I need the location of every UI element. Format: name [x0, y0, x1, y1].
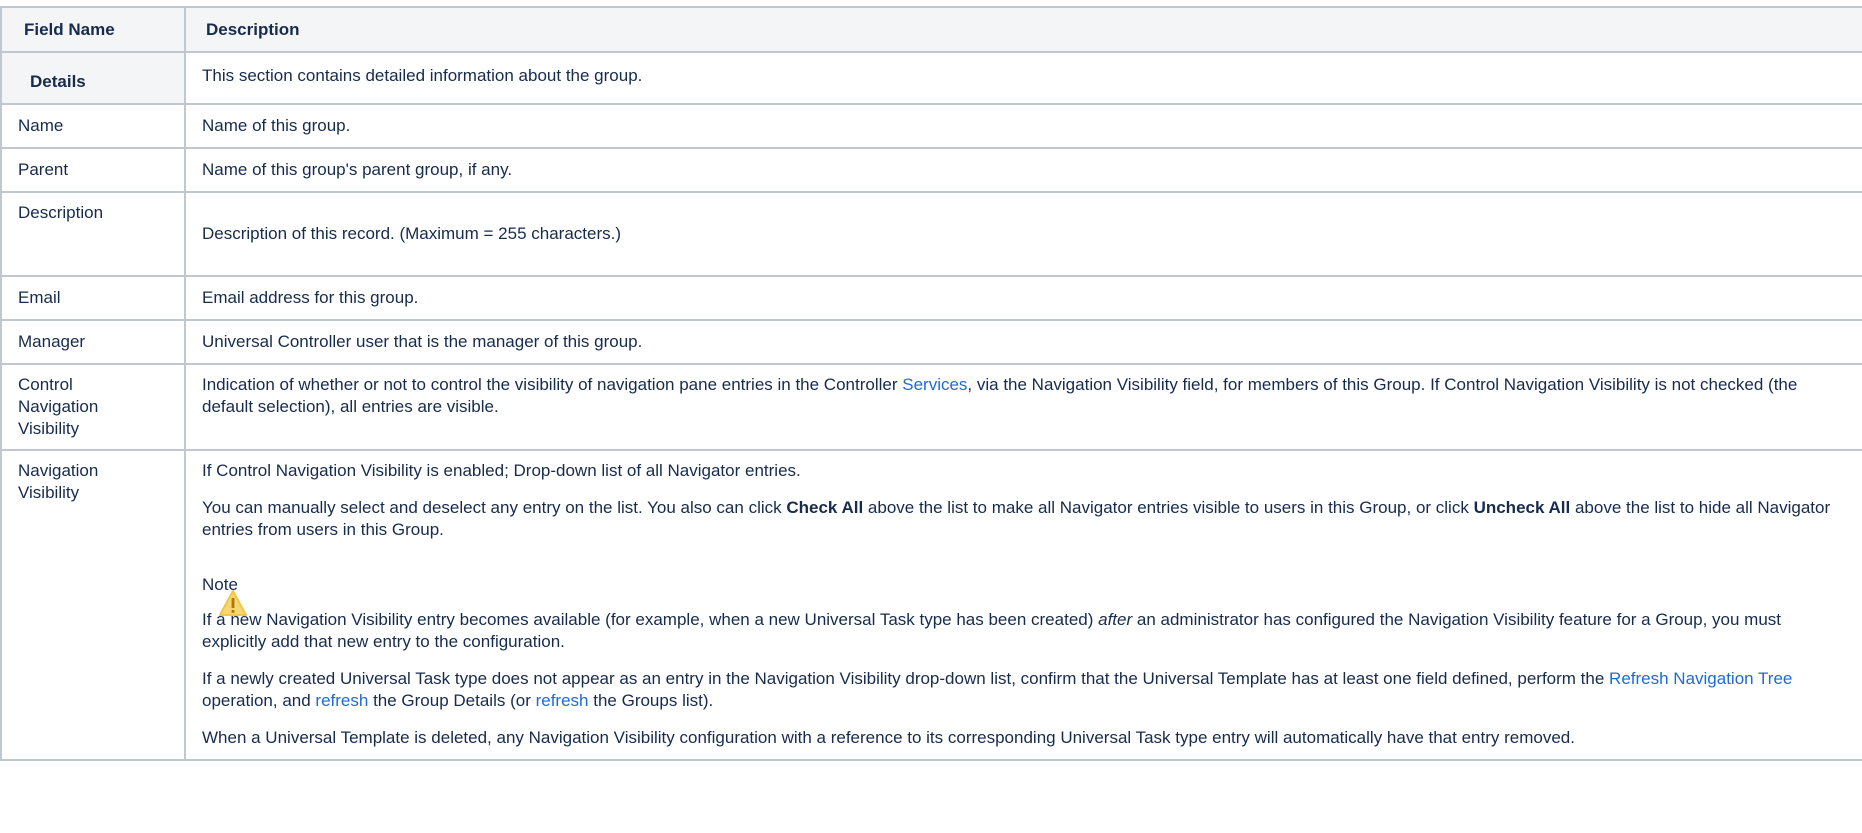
field-description-cell: Universal Controller user that is the ma… — [184, 319, 1862, 365]
table-row: Parent Name of this group's parent group… — [0, 147, 1862, 193]
description-paragraph: If a newly created Universal Task type d… — [202, 668, 1842, 712]
field-description-cell: Description of this record. (Maximum = 2… — [184, 191, 1862, 277]
description-paragraph: If Control Navigation Visibility is enab… — [202, 461, 801, 480]
uncheck-all-label: Uncheck All — [1473, 498, 1571, 517]
description-paragraph: When a Universal Template is deleted, an… — [202, 728, 1575, 747]
field-name-cell: Navigation Visibility — [0, 449, 186, 761]
field-name-line: Visibility — [18, 483, 80, 502]
field-description-cell: Name of this group. — [184, 103, 1862, 149]
table-row: Name Name of this group. — [0, 103, 1862, 149]
column-header-description: Description — [184, 6, 1862, 53]
warning-icon — [219, 590, 247, 616]
table-row: Manager Universal Controller user that i… — [0, 319, 1862, 365]
section-description: This section contains detailed informati… — [184, 51, 1862, 105]
table-row: Control Navigation Visibility Indication… — [0, 363, 1862, 451]
field-name-cell: Email — [0, 275, 186, 321]
field-name-cell: Parent — [0, 147, 186, 193]
refresh-groups-list-link[interactable]: refresh — [536, 691, 589, 710]
description-text: If a newly created Universal Task type d… — [202, 669, 1610, 688]
note-title: Note — [202, 575, 238, 594]
table-header-row: Field Name Description — [0, 6, 1862, 53]
table-row: Description Description of this record. … — [0, 191, 1862, 277]
table-row: Navigation Visibility If Control Navigat… — [0, 449, 1862, 761]
description-text: operation, and — [202, 691, 316, 710]
note-text: If a new Navigation Visibility entry bec… — [202, 609, 1842, 653]
field-name-cell: Control Navigation Visibility — [0, 363, 186, 451]
description-text: the Groups list). — [588, 691, 714, 710]
note-text-part: If a new Navigation Visibility entry bec… — [202, 610, 1099, 629]
description-text: Indication of whether or not to control … — [202, 375, 903, 394]
note-panel: Note If a new Navigation Visibility entr… — [202, 573, 1842, 653]
field-name-line: Control — [18, 375, 73, 394]
description-text: above the list to make all Navigator ent… — [863, 498, 1474, 517]
services-link[interactable]: Services — [902, 375, 967, 394]
section-label: Details — [0, 51, 186, 105]
field-description-cell: Email address for this group. — [184, 275, 1862, 321]
table-row: Email Email address for this group. — [0, 275, 1862, 321]
check-all-label: Check All — [786, 498, 864, 517]
field-name-cell: Name — [0, 103, 186, 149]
refresh-navigation-tree-link[interactable]: Refresh Navigation Tree — [1609, 669, 1792, 688]
field-name-line: Navigation — [18, 461, 99, 480]
description-text: the Group Details (or — [368, 691, 536, 710]
field-name-cell: Description — [0, 191, 186, 277]
field-name-line: Navigation — [18, 397, 99, 416]
refresh-group-details-link[interactable]: refresh — [315, 691, 368, 710]
field-description-cell: Name of this group's parent group, if an… — [184, 147, 1862, 193]
field-name-line: Visibility — [18, 419, 80, 438]
field-description-cell: Indication of whether or not to control … — [184, 363, 1862, 451]
description-paragraph: You can manually select and deselect any… — [202, 497, 1842, 541]
section-row-details: Details This section contains detailed i… — [0, 51, 1862, 105]
field-description-table: Field Name Description Details This sect… — [0, 6, 1862, 761]
note-emphasis: after — [1098, 610, 1133, 629]
field-description-cell: If Control Navigation Visibility is enab… — [184, 449, 1862, 761]
field-name-cell: Manager — [0, 319, 186, 365]
column-header-field-name: Field Name — [0, 6, 186, 53]
description-text: You can manually select and deselect any… — [202, 498, 787, 517]
